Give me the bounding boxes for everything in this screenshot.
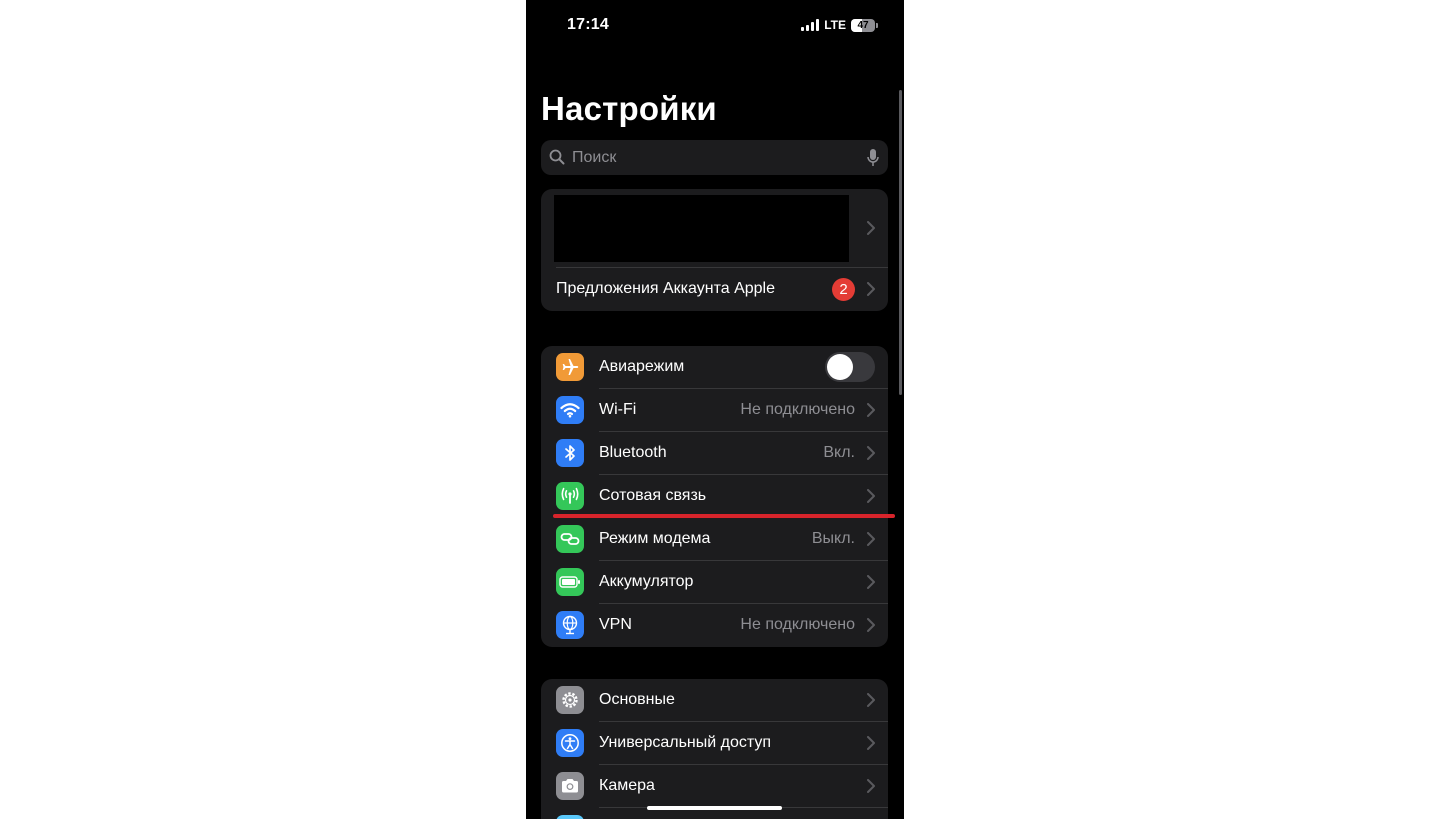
- settings-row-value: Выкл.: [811, 530, 855, 547]
- settings-row-bluetooth[interactable]: Bluetooth Вкл.: [541, 432, 888, 475]
- chevron-right-icon: [867, 221, 875, 235]
- network-type: LTE: [824, 18, 846, 32]
- camera-icon: [556, 772, 584, 800]
- settings-row-label: Авиарежим: [599, 358, 685, 375]
- microphone-icon[interactable]: [866, 148, 880, 167]
- general-group: Основные Универсальный доступ Камера: [541, 679, 888, 819]
- settings-row-hotspot[interactable]: Режим модема Выкл.: [541, 518, 888, 561]
- bluetooth-icon: [556, 439, 584, 467]
- settings-row-label: Wi-Fi: [599, 401, 637, 418]
- apple-id-row[interactable]: [541, 189, 888, 268]
- chevron-right-icon: [867, 618, 875, 632]
- search-input[interactable]: Поиск: [572, 149, 616, 167]
- settings-row-camera[interactable]: Камера: [541, 765, 888, 808]
- settings-row-label: Универсальный доступ: [599, 734, 772, 751]
- search-bar[interactable]: Поиск: [541, 140, 888, 175]
- settings-row-wifi[interactable]: Wi-Fi Не подключено: [541, 389, 888, 432]
- airplane-mode-toggle[interactable]: [825, 352, 875, 382]
- home-indicator[interactable]: [647, 806, 782, 810]
- account-group: Предложения Аккаунта Apple 2: [541, 189, 888, 311]
- red-underline-annotation: [553, 514, 895, 518]
- chevron-right-icon: [867, 779, 875, 793]
- settings-row-label: Сотовая связь: [599, 487, 707, 504]
- profile-redacted: [554, 195, 849, 262]
- connectivity-group: Авиарежим Wi-Fi Не подключено Bluetooth …: [541, 346, 888, 647]
- chevron-right-icon: [867, 282, 875, 296]
- settings-row-value: Вкл.: [823, 444, 855, 461]
- airplane-icon: [556, 353, 584, 381]
- settings-row-value: Не подключено: [740, 616, 855, 633]
- antenna-icon: [556, 482, 584, 510]
- signal-icon: [801, 19, 820, 31]
- settings-row-label: Камера: [599, 777, 655, 794]
- page-title: Настройки: [541, 90, 717, 127]
- chevron-right-icon: [867, 446, 875, 460]
- settings-row-battery[interactable]: Аккумулятор: [541, 561, 888, 604]
- settings-row-airplane[interactable]: Авиарежим: [541, 346, 888, 389]
- accessibility-icon: [556, 729, 584, 757]
- phone-screen: 17:14 LTE 47 Настройки Поиск Предложения…: [526, 0, 904, 819]
- settings-row-cellular[interactable]: Сотовая связь: [541, 475, 888, 518]
- search-icon: [549, 149, 565, 165]
- status-time: 17:14: [567, 16, 609, 33]
- settings-row-label: Основные: [599, 691, 675, 708]
- settings-row-accessibility[interactable]: Универсальный доступ: [541, 722, 888, 765]
- chevron-right-icon: [867, 532, 875, 546]
- settings-row-general[interactable]: Основные: [541, 679, 888, 722]
- settings-row-value: Не подключено: [740, 401, 855, 418]
- settings-row-label: VPN: [599, 616, 632, 633]
- settings-row-label: Аккумулятор: [599, 573, 694, 590]
- hotspot-icon: [556, 525, 584, 553]
- notification-badge: 2: [832, 278, 855, 301]
- chevron-right-icon: [867, 489, 875, 503]
- chevron-right-icon: [867, 403, 875, 417]
- gear-icon: [556, 686, 584, 714]
- globe-icon: [556, 611, 584, 639]
- settings-row-label: Режим модема: [599, 530, 711, 547]
- chevron-right-icon: [867, 575, 875, 589]
- status-indicators: LTE 47: [801, 17, 878, 33]
- wifi-icon: [556, 396, 584, 424]
- account-suggestions-row[interactable]: Предложения Аккаунта Apple 2: [541, 268, 888, 311]
- battery-percent: 47: [857, 19, 869, 31]
- settings-row-vpn[interactable]: VPN Не подключено: [541, 604, 888, 647]
- status-bar: 17:14 LTE 47: [526, 0, 904, 50]
- battery-status-icon: 47: [851, 18, 875, 32]
- account-suggestions-label: Предложения Аккаунта Apple: [556, 280, 775, 297]
- scrollbar[interactable]: [899, 90, 902, 395]
- chevron-right-icon: [867, 736, 875, 750]
- settings-row-label: Bluetooth: [599, 444, 667, 461]
- battery-icon: [556, 568, 584, 596]
- settings-app-icon: [556, 815, 584, 819]
- chevron-right-icon: [867, 693, 875, 707]
